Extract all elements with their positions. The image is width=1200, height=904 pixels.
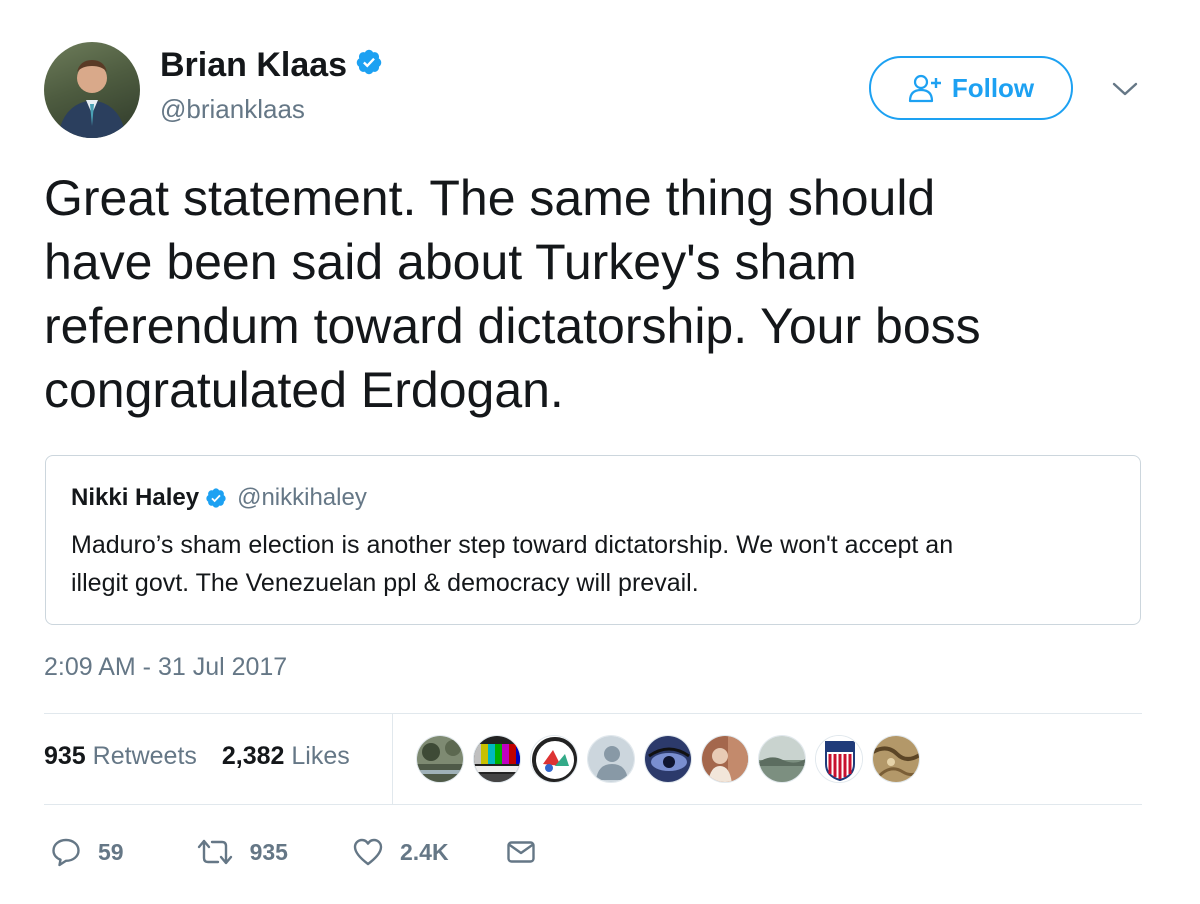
direct-message-button[interactable] [505, 836, 537, 868]
quoted-author-name: Nikki Haley [71, 484, 200, 511]
liker-avatars [416, 735, 929, 783]
liker-avatar[interactable] [530, 735, 578, 783]
tweet-actions: 59 935 2.4K [50, 830, 537, 874]
retweets-label: Retweets [92, 742, 197, 770]
likes-count: 2,382 [221, 742, 285, 770]
retweets-stat[interactable]: 935 Retweets [44, 742, 197, 770]
liker-avatar[interactable] [644, 735, 692, 783]
author-name-row[interactable]: Brian Klaas [160, 46, 383, 85]
tweet-timestamp[interactable]: 2:09 AM - 31 Jul 2017 [44, 653, 287, 682]
follow-label: Follow [951, 72, 1035, 103]
tweet-text-line: referendum toward dictatorship. Your bos… [44, 298, 981, 354]
tweet-text: Great statement. The same thing should h… [44, 166, 1154, 422]
quoted-text-line: illegit govt. The Venezuelan ppl & democ… [71, 569, 699, 597]
quoted-tweet-text: Maduro’s sham election is another step t… [71, 526, 1121, 602]
heart-icon [352, 836, 384, 868]
liker-avatar[interactable] [872, 735, 920, 783]
quoted-tweet-card[interactable]: Nikki Haley @nikkihaley Maduro’s sham el… [45, 455, 1141, 625]
divider [44, 713, 1142, 714]
quoted-text-line: Maduro’s sham election is another step t… [71, 531, 954, 559]
liker-avatar[interactable] [416, 735, 464, 783]
divider [44, 804, 1142, 805]
retweet-count: 935 [249, 838, 288, 865]
liker-avatar[interactable] [701, 735, 749, 783]
liker-avatar[interactable] [815, 735, 863, 783]
like-count: 2.4K [399, 838, 449, 865]
liker-avatar[interactable] [473, 735, 521, 783]
tweet-text-line: have been said about Turkey's sham [44, 234, 857, 290]
tweet-text-line: congratulated Erdogan. [44, 362, 564, 418]
reply-icon [50, 836, 82, 868]
verified-badge-icon [205, 487, 227, 509]
reply-count: 59 [98, 838, 124, 865]
quoted-tweet-header: Nikki Haley @nikkihaley [71, 484, 367, 512]
author-handle[interactable]: @brianklaas [160, 94, 305, 125]
chevron-down-icon[interactable] [1110, 78, 1140, 105]
tweet-text-line: Great statement. The same thing should [44, 170, 936, 226]
envelope-icon [505, 836, 537, 868]
liker-avatar[interactable] [587, 735, 635, 783]
follow-button[interactable]: Follow [869, 56, 1073, 120]
retweet-button[interactable]: 935 [196, 836, 288, 868]
author-display-name[interactable]: Brian Klaas [160, 46, 347, 85]
author-avatar[interactable] [44, 42, 140, 138]
verified-badge-icon [355, 46, 383, 85]
tweet-stats: 935 Retweets 2,382 Likes [44, 742, 368, 771]
divider [392, 714, 393, 804]
add-user-icon [908, 73, 944, 103]
likes-label: Likes [291, 742, 350, 770]
retweet-icon [196, 836, 234, 868]
retweets-count: 935 [44, 742, 86, 770]
quoted-author-handle: @nikkihaley [237, 484, 367, 511]
like-button[interactable]: 2.4K [352, 836, 449, 868]
liker-avatar[interactable] [758, 735, 806, 783]
reply-button[interactable]: 59 [50, 836, 124, 868]
likes-stat[interactable]: 2,382 Likes [222, 742, 350, 770]
